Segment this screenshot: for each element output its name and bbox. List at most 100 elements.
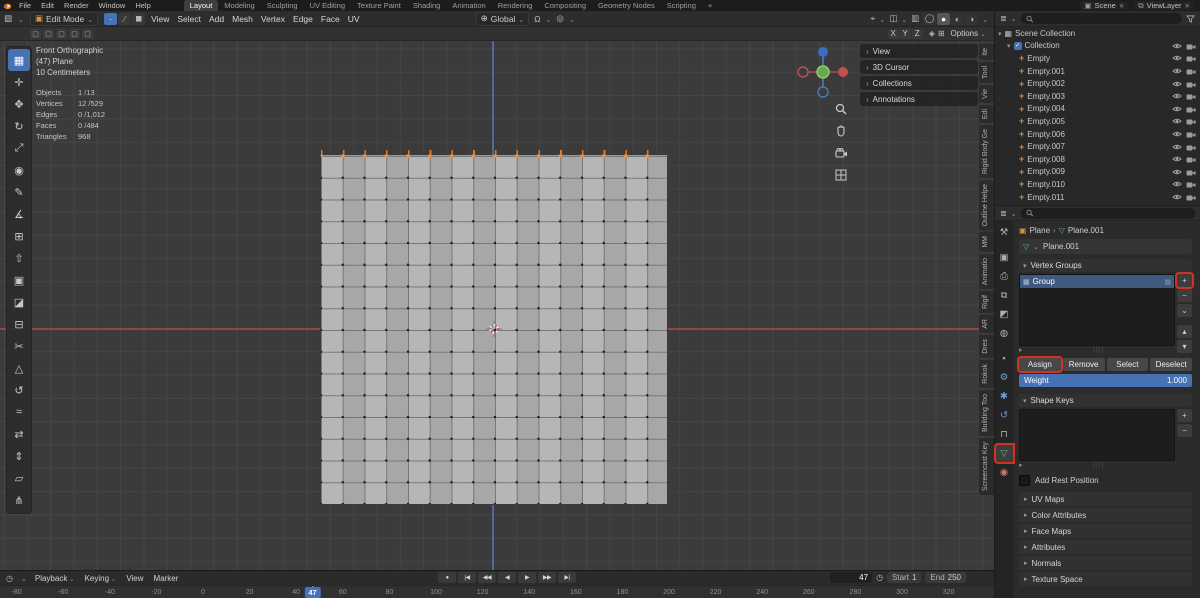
transport-next-keyframe[interactable]: ▶▶: [538, 572, 556, 583]
tool-shrink-fatten[interactable]: ⇕: [8, 445, 30, 467]
use-preview-range-icon[interactable]: [876, 573, 883, 582]
outliner-item-scene-collection[interactable]: Scene Collection: [995, 27, 1200, 40]
properties-tab-tool[interactable]: ⚒: [996, 224, 1013, 241]
tool-edge-slide[interactable]: ⇄: [8, 423, 30, 445]
shape-keys-list[interactable]: [1019, 409, 1175, 461]
tool-transform[interactable]: ◉: [8, 159, 30, 181]
close-icon[interactable]: [1119, 1, 1124, 10]
viewport-menu[interactable]: Select: [177, 14, 201, 24]
render-camera-icon[interactable]: [1186, 67, 1196, 75]
collection-checkbox[interactable]: [1013, 41, 1022, 50]
vgroup-op-move-down[interactable]: ▾: [1177, 340, 1192, 353]
properties-tab-view-layer[interactable]: ⧉: [996, 287, 1013, 304]
outliner-item-empty[interactable]: Empty.011: [995, 191, 1200, 204]
overlay-panel-header[interactable]: 3D Cursor: [860, 60, 978, 74]
render-camera-icon[interactable]: [1186, 54, 1196, 62]
properties-tab-world[interactable]: ◍: [996, 325, 1013, 342]
add-rest-position-checkbox[interactable]: [1019, 475, 1030, 486]
render-camera-icon[interactable]: [1186, 180, 1196, 188]
sidebar-tab[interactable]: Edi: [979, 104, 994, 123]
shading-solid[interactable]: ●: [937, 12, 951, 25]
select-mode-face-select[interactable]: ◼: [132, 12, 146, 25]
editor-type-icon[interactable]: [4, 13, 12, 24]
viewport-menu[interactable]: Face: [321, 14, 340, 24]
render-camera-icon[interactable]: [1186, 105, 1196, 113]
visibility-eye-icon[interactable]: [1172, 168, 1182, 176]
outliner-item-empty[interactable]: Empty.006: [995, 128, 1200, 141]
overlap-toggle[interactable]: ⊞: [938, 29, 945, 38]
transport-jump-to-start[interactable]: |◀: [458, 572, 476, 583]
outliner-item-empty[interactable]: Empty: [995, 52, 1200, 65]
shapekey-op-remove[interactable]: −: [1177, 424, 1192, 437]
collection-toggle-1[interactable]: ▢: [30, 28, 41, 39]
sidebar-tab[interactable]: Rigid Body Ge: [979, 124, 994, 178]
snap-toggle[interactable]: ◈: [929, 29, 935, 38]
camera-view-icon[interactable]: [833, 145, 849, 161]
timeline-menu[interactable]: Marker: [154, 574, 179, 583]
tool-poly-build[interactable]: △: [8, 357, 30, 379]
properties-tab-output[interactable]: ⎙: [996, 268, 1013, 285]
overlays-toggle-icon[interactable]: ◫: [889, 13, 897, 24]
properties-editor-icon[interactable]: [1000, 209, 1007, 218]
transport-jump-to-end[interactable]: ▶|: [558, 572, 576, 583]
gizmo-axis-y[interactable]: [816, 65, 830, 79]
vgroup-op-add[interactable]: +: [1177, 274, 1192, 287]
render-camera-icon[interactable]: [1186, 168, 1196, 176]
timeline-menu[interactable]: Playback: [35, 574, 75, 583]
properties-tab-object-data[interactable]: ▽: [995, 445, 1013, 462]
current-frame-field[interactable]: 47: [830, 572, 873, 583]
tool-bevel[interactable]: ◪: [8, 291, 30, 313]
panel-resize-grip[interactable]: [1023, 462, 1175, 469]
transport-play-reverse[interactable]: ◀: [498, 572, 516, 583]
workspace-tab[interactable]: Sculpting: [261, 0, 304, 11]
overlay-panel-header[interactable]: Annotations: [860, 92, 978, 106]
visibility-eye-icon[interactable]: [1172, 54, 1182, 62]
outliner-search-input[interactable]: [1036, 14, 1177, 23]
vgroup-op-move-up[interactable]: ▴: [1177, 325, 1192, 338]
panel-resize-grip[interactable]: [1023, 347, 1175, 354]
filter-funnel-icon[interactable]: [1186, 14, 1195, 23]
tool-shear[interactable]: ▱: [8, 467, 30, 489]
mesh-plane[interactable]: [320, 150, 668, 505]
collapsed-panel-header[interactable]: Texture Space: [1019, 572, 1192, 586]
mesh-name-field[interactable]: Plane.001: [1043, 242, 1079, 251]
viewport-menu[interactable]: UV: [348, 14, 360, 24]
visibility-eye-icon[interactable]: [1172, 42, 1182, 50]
tool-knife[interactable]: ✂: [8, 335, 30, 357]
collapsed-panel-header[interactable]: Color Attributes: [1019, 508, 1192, 522]
collection-toggle-2[interactable]: ▢: [43, 28, 54, 39]
orientation-dropdown[interactable]: ⊕ Global: [475, 11, 530, 26]
gizmo-axis-x-pos[interactable]: [838, 67, 848, 77]
mirror-axis-button[interactable]: Y: [899, 28, 911, 39]
vertex-group-item[interactable]: Group: [1020, 275, 1174, 288]
vgroup-button-deselect[interactable]: Deselect: [1150, 358, 1192, 371]
close-icon[interactable]: [1185, 1, 1190, 10]
visibility-eye-icon[interactable]: [1172, 117, 1182, 125]
disclosure-triangle-icon[interactable]: [998, 29, 1002, 38]
sidebar-tab[interactable]: AR: [979, 315, 994, 333]
tool-measure[interactable]: ∡: [8, 203, 30, 225]
outliner-editor-icon[interactable]: [1000, 14, 1007, 23]
workspace-tab[interactable]: Animation: [446, 0, 491, 11]
options-dropdown[interactable]: Options: [951, 29, 986, 38]
visibility-eye-icon[interactable]: [1172, 105, 1182, 113]
collection-toggle-4[interactable]: ▢: [69, 28, 80, 39]
timeline-menu[interactable]: View: [126, 574, 143, 583]
workspace-tab[interactable]: Compositing: [538, 0, 592, 11]
properties-tab-modifiers[interactable]: ⚙: [996, 369, 1013, 386]
render-camera-icon[interactable]: [1186, 80, 1196, 88]
mesh-datablock-row[interactable]: Plane.001: [1019, 239, 1192, 254]
viewport-menu[interactable]: Mesh: [232, 14, 253, 24]
topbar-menu[interactable]: Render: [59, 1, 94, 10]
sidebar-tab[interactable]: Tool: [979, 61, 994, 83]
workspace-tab[interactable]: Texture Paint: [351, 0, 407, 11]
disclosure-triangle-icon[interactable]: [1007, 41, 1011, 50]
render-camera-icon[interactable]: [1186, 193, 1196, 201]
viewport-menu[interactable]: Vertex: [261, 14, 285, 24]
viewlayer-selector[interactable]: ViewLayer: [1134, 1, 1194, 10]
viewport-menu[interactable]: Add: [209, 14, 224, 24]
properties-tab-scene[interactable]: ◩: [996, 306, 1013, 323]
gizmos-toggle-icon[interactable]: ⌖: [871, 13, 876, 24]
3d-viewport[interactable]: ▦ ✛ ✥ ↻ ⤢ ◉ ✎ ∡ ⊞ ⇧ ▣ ◪ ⊟ ✂ △ ↺ ≈ ⇄ ⇕ ▱ ⋔ Front Orthographic…: [0, 41, 994, 570]
frame-end-field[interactable]: End 250: [925, 572, 966, 583]
